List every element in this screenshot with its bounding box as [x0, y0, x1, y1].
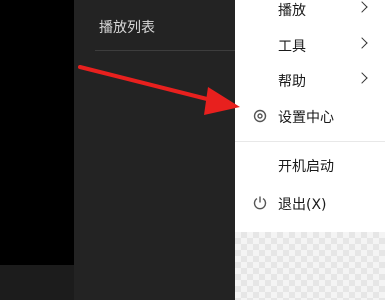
playlist-divider — [95, 50, 235, 51]
menu-item-play[interactable]: 播放 — [235, 0, 385, 24]
menu-item-tools[interactable]: 工具 — [235, 30, 385, 60]
menu-item-autostart[interactable]: 开机启动 — [235, 150, 385, 180]
playlist-panel — [74, 0, 235, 300]
gear-icon — [253, 109, 267, 123]
menu-item-label: 退出(X) — [278, 197, 327, 213]
playlist-title[interactable]: 播放列表 — [99, 17, 155, 37]
video-area — [0, 0, 74, 265]
menu-item-label: 帮助 — [278, 74, 306, 90]
chevron-right-icon — [356, 1, 368, 13]
pixelated-background — [235, 232, 385, 300]
bottom-bar — [0, 265, 74, 300]
menu-item-label: 开机启动 — [278, 159, 334, 175]
power-icon — [253, 196, 267, 210]
menu-item-label: 播放 — [278, 3, 306, 19]
menu-item-settings[interactable]: 设置中心 — [235, 101, 385, 131]
chevron-right-icon — [356, 72, 368, 84]
menu-item-label: 设置中心 — [278, 110, 334, 126]
context-menu: 播放 工具 帮助 设置中心 开机启动 退出(X) — [235, 0, 385, 232]
menu-divider — [235, 141, 385, 142]
menu-item-exit[interactable]: 退出(X) — [235, 188, 385, 218]
menu-item-label: 工具 — [278, 39, 306, 55]
chevron-right-icon — [356, 37, 368, 49]
menu-item-help[interactable]: 帮助 — [235, 65, 385, 95]
